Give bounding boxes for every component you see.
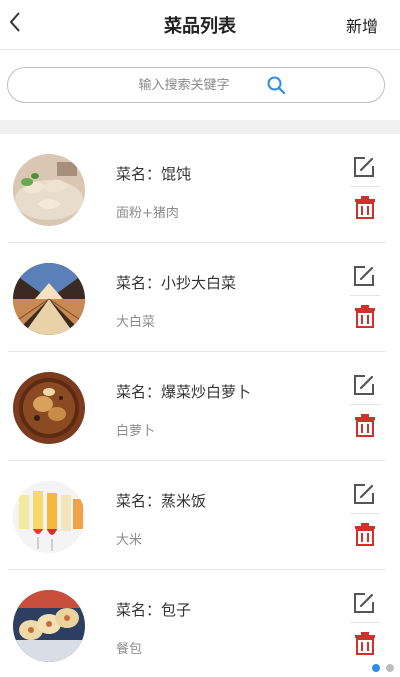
dish-list-item[interactable]: 菜名：馄饨 面粉+猪肉 [0, 134, 400, 243]
edit-button[interactable] [351, 156, 377, 182]
header-bar: 菜品列表 新增 [0, 0, 400, 50]
delete-button[interactable] [353, 523, 377, 549]
delete-button[interactable] [353, 196, 377, 222]
dish-name-label: 菜名： [116, 492, 162, 510]
dish-name-value: 馄饨 [161, 165, 192, 183]
action-divider [350, 622, 380, 623]
dish-name: 菜名：小抄大白菜 [116, 272, 236, 293]
chevron-left-icon [8, 11, 22, 37]
dish-name-label: 菜名： [116, 383, 162, 401]
dish-list-item[interactable]: 菜名：蒸米饭 大米 [0, 461, 400, 570]
action-divider [350, 513, 380, 514]
dish-name-value: 蒸米饭 [161, 492, 207, 510]
action-divider [350, 186, 380, 187]
search-icon[interactable] [266, 74, 288, 96]
back-button[interactable] [0, 6, 30, 42]
dish-name: 菜名：蒸米饭 [116, 490, 206, 511]
dish-ingredients: 大米 [116, 533, 143, 548]
wonton-photo [13, 154, 85, 226]
action-divider [350, 404, 380, 405]
dish-name-label: 菜名： [116, 274, 162, 292]
edit-icon [352, 264, 376, 292]
dish-name-value: 包子 [161, 601, 192, 619]
trash-icon [354, 304, 376, 332]
dish-list: 菜名：馄饨 面粉+猪肉 菜名：小抄大白菜 大白菜 菜名：爆菜炒白萝卜 白萝卜 菜… [0, 134, 400, 677]
edit-button[interactable] [351, 265, 377, 291]
cabbage-photo [13, 263, 85, 335]
dish-list-item[interactable]: 菜名：小抄大白菜 大白菜 [0, 243, 400, 352]
edit-button[interactable] [351, 483, 377, 509]
dish-name: 菜名：爆菜炒白萝卜 [116, 381, 251, 402]
trash-icon [354, 522, 376, 550]
dish-ingredients: 餐包 [116, 642, 143, 657]
add-dish-button[interactable]: 新增 [346, 13, 378, 37]
dish-name-value: 小抄大白菜 [161, 274, 237, 292]
section-separator [0, 120, 400, 134]
edit-icon [352, 155, 376, 183]
delete-button[interactable] [353, 632, 377, 658]
pagination-dots [372, 664, 394, 672]
dish-name: 菜名：包子 [116, 599, 191, 620]
pagination-dot[interactable] [386, 664, 394, 672]
search-box [7, 67, 385, 103]
buns-photo [13, 590, 85, 662]
search-section [0, 50, 400, 120]
delete-button[interactable] [353, 414, 377, 440]
dish-list-item[interactable]: 菜名：包子 餐包 [0, 570, 400, 677]
dish-name-label: 菜名： [116, 165, 162, 183]
delete-button[interactable] [353, 305, 377, 331]
page-title: 菜品列表 [164, 16, 236, 37]
edit-button[interactable] [351, 592, 377, 618]
pagination-dot-active[interactable] [372, 664, 380, 672]
dish-list-item[interactable]: 菜名：爆菜炒白萝卜 白萝卜 [0, 352, 400, 461]
edit-icon [352, 482, 376, 510]
dish-name: 菜名：馄饨 [116, 163, 191, 184]
dish-ingredients: 白萝卜 [116, 424, 156, 439]
trash-icon [354, 631, 376, 659]
dish-list-page: 菜品列表 新增 输入搜索关键字 菜名：馄饨 面粉+猪肉 菜名：小抄大白菜 大白菜… [0, 0, 400, 677]
drinks-photo [13, 481, 85, 553]
trash-icon [354, 413, 376, 441]
edit-icon [352, 591, 376, 619]
dish-ingredients: 大白菜 [116, 315, 156, 330]
action-divider [350, 295, 380, 296]
trash-icon [354, 195, 376, 223]
dish-ingredients: 面粉+猪肉 [116, 206, 179, 221]
edit-button[interactable] [351, 374, 377, 400]
dish-name-label: 菜名： [116, 601, 162, 619]
radish-photo [13, 372, 85, 444]
dish-name-value: 爆菜炒白萝卜 [161, 383, 252, 401]
search-input[interactable] [104, 77, 264, 93]
edit-icon [352, 373, 376, 401]
